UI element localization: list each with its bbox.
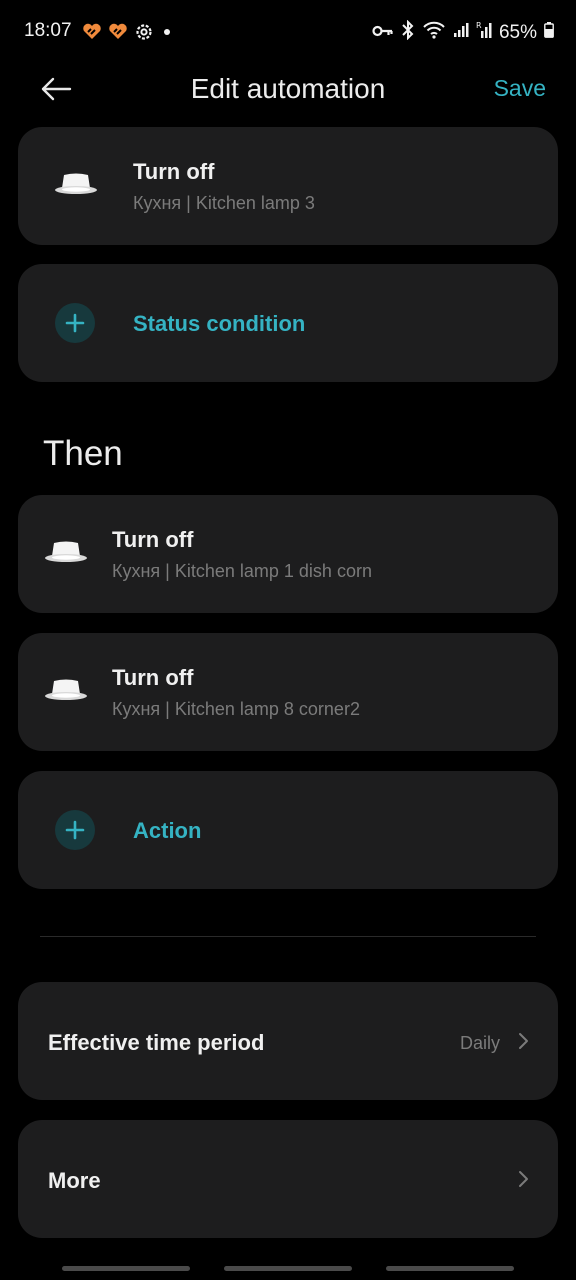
time-period-value: Daily bbox=[459, 1033, 500, 1053]
add-status-condition-button[interactable]: Status condition bbox=[18, 264, 558, 382]
nav-home-button[interactable] bbox=[224, 1266, 352, 1271]
dot-icon bbox=[160, 25, 174, 44]
action-name: Turn off bbox=[112, 665, 194, 690]
condition-action: Turn off bbox=[133, 159, 215, 184]
ceiling-lamp-icon bbox=[44, 539, 88, 572]
condition-card[interactable]: Turn off Кухня | Kitchen lamp 3 bbox=[18, 127, 558, 245]
page-title: Edit automation bbox=[190, 73, 386, 104]
plus-icon bbox=[55, 303, 95, 343]
time-period-label: Effective time period bbox=[48, 1030, 265, 1055]
effective-time-period-row[interactable]: Effective time period Daily bbox=[18, 982, 558, 1100]
then-section-title: Then bbox=[43, 434, 123, 473]
app-header: Edit automation Save bbox=[0, 64, 576, 114]
ceiling-lamp-icon bbox=[54, 171, 98, 204]
battery-icon bbox=[544, 22, 554, 44]
svg-text:R: R bbox=[476, 21, 482, 30]
plus-icon bbox=[55, 810, 95, 850]
bluetooth-icon bbox=[401, 19, 415, 46]
action-card[interactable]: Turn off Кухня | Kitchen lamp 1 dish cor… bbox=[18, 495, 558, 613]
action-name: Turn off bbox=[112, 527, 194, 552]
ceiling-lamp-icon bbox=[44, 677, 88, 710]
more-label: More bbox=[48, 1168, 101, 1193]
chevron-right-icon bbox=[518, 1032, 530, 1055]
action-card[interactable]: Turn off Кухня | Kitchen lamp 8 corner2 bbox=[18, 633, 558, 751]
edit-automation-screen: 18:07 R 65% Edit automation Save Turn of… bbox=[0, 0, 576, 1280]
action-device: Кухня | Kitchen lamp 8 corner2 bbox=[112, 699, 360, 719]
signal-icon bbox=[453, 22, 469, 44]
status-time: 18:07 bbox=[24, 20, 72, 41]
key-icon bbox=[372, 22, 394, 44]
nav-recents-button[interactable] bbox=[62, 1266, 190, 1271]
more-row[interactable]: More bbox=[18, 1120, 558, 1238]
signal-roaming-icon: R bbox=[476, 21, 492, 45]
add-action-button[interactable]: Action bbox=[18, 771, 558, 889]
section-divider bbox=[40, 936, 536, 937]
heart-sync-icon bbox=[82, 23, 102, 46]
condition-device: Кухня | Kitchen lamp 3 bbox=[133, 193, 315, 213]
add-action-label: Action bbox=[133, 818, 202, 843]
action-device: Кухня | Kitchen lamp 1 dish corn bbox=[112, 561, 372, 581]
heart-sync-icon bbox=[108, 23, 128, 46]
nav-back-button[interactable] bbox=[386, 1266, 514, 1271]
add-condition-label: Status condition bbox=[133, 311, 306, 336]
status-bar: 18:07 R 65% bbox=[0, 0, 576, 64]
battery-percent: 65% bbox=[498, 22, 537, 43]
settings-gear-icon bbox=[134, 22, 154, 47]
chevron-right-icon bbox=[518, 1170, 530, 1193]
wifi-icon bbox=[422, 21, 446, 45]
save-button[interactable]: Save bbox=[494, 75, 546, 102]
